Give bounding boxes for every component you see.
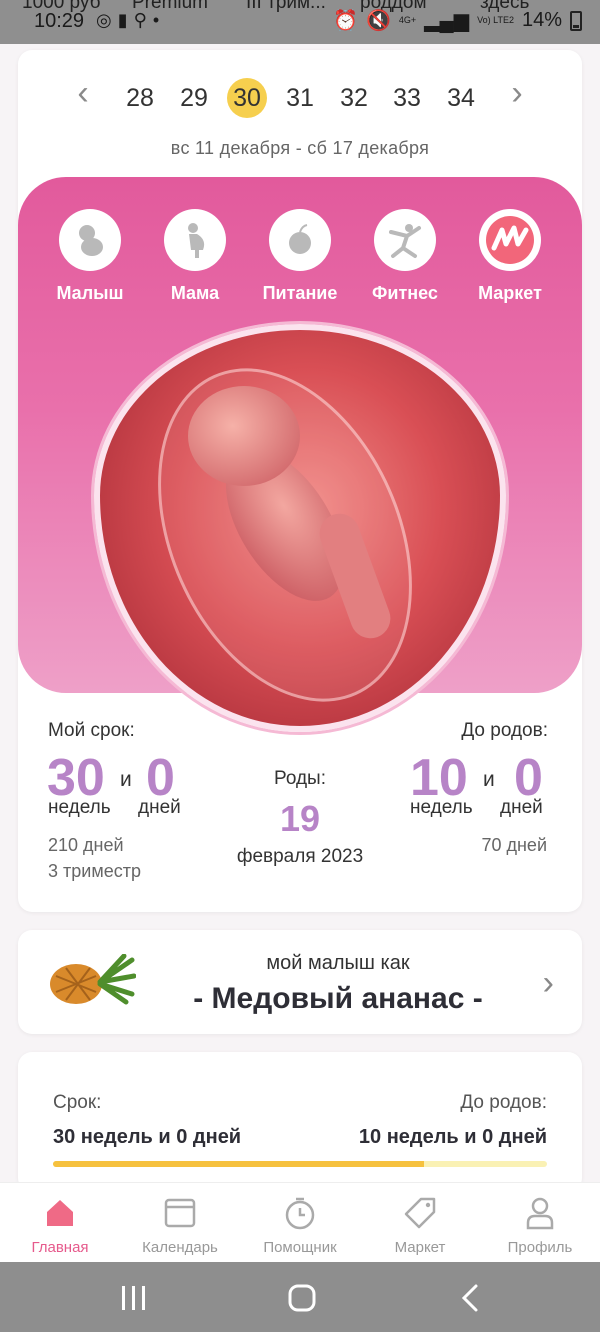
nav-assistant[interactable]: Помощник: [240, 1193, 360, 1256]
week-28[interactable]: 28: [120, 78, 160, 118]
until-birth-label: До родов:: [461, 720, 548, 741]
week-selector: ‹ 28 29 30 31 32 33 34 ›: [18, 76, 582, 118]
until-birth-total-days: 70 дней: [481, 835, 547, 855]
category-baby[interactable]: Малыш: [35, 209, 145, 304]
nav-home[interactable]: Главная: [0, 1193, 120, 1256]
mute-icon: 🔇: [366, 10, 391, 32]
category-label: Мама: [170, 283, 220, 303]
category-label: Маркет: [478, 283, 542, 303]
nav-profile[interactable]: Профиль: [480, 1193, 600, 1256]
bottom-nav: Главная Календарь Помощник Маркет Профил…: [0, 1182, 600, 1262]
back-button[interactable]: [440, 1280, 500, 1316]
nav-market[interactable]: Маркет: [360, 1193, 480, 1256]
category-market[interactable]: Маркет: [455, 209, 565, 304]
week-30-selected[interactable]: 30: [227, 78, 267, 118]
nav-label: Профиль: [507, 1239, 573, 1256]
tag-icon: [400, 1193, 440, 1233]
nav-label: Маркет: [394, 1239, 446, 1256]
baby-size-fruit-name: - Медовый ананас -: [193, 982, 483, 1015]
calendar-icon: [160, 1193, 200, 1233]
ghost-text: III трим...: [246, 0, 326, 13]
dot-icon: •: [152, 10, 166, 30]
until-birth-weeks-unit: недель: [410, 797, 473, 818]
birth-day: 19: [279, 798, 321, 839]
week-29[interactable]: 29: [174, 78, 214, 118]
week-34[interactable]: 34: [441, 78, 481, 118]
status-time: 10:29: [34, 10, 85, 32]
category-label: Фитнес: [372, 283, 438, 303]
signal-icon: ▂▄▆: [424, 10, 470, 32]
viber-icon: ◎: [96, 10, 118, 30]
nav-label: Календарь: [142, 1239, 218, 1256]
my-term-days-unit: дней: [138, 797, 181, 818]
nav-label: Помощник: [263, 1239, 337, 1256]
category-label: Питание: [262, 283, 338, 303]
pregnancy-progress-bar: [53, 1161, 547, 1167]
network-lte: Vo) LTE2: [477, 15, 514, 25]
birth-label: Роды:: [273, 768, 326, 789]
battery-percent: 14%: [521, 9, 562, 31]
my-term-label: Мой срок:: [48, 720, 135, 741]
battery-saver-icon: ▮: [117, 10, 134, 30]
progress-left-value: 30 недель и 0 дней: [53, 1126, 242, 1148]
market-logo-icon: [479, 209, 541, 271]
prev-week-button[interactable]: ‹: [68, 76, 98, 114]
profile-icon: [520, 1193, 560, 1233]
date-range: вс 11 декабря - сб 17 декабря: [170, 138, 430, 158]
baby-size-subtitle: мой малыш как: [266, 952, 410, 974]
category-fitness[interactable]: Фитнес: [350, 209, 460, 304]
pregnant-icon: [164, 209, 226, 271]
until-birth-days-unit: дней: [500, 797, 543, 818]
progress-left-label: Срок:: [53, 1092, 102, 1113]
status-bar: 1000 руб Premium III трим... роддом здес…: [0, 0, 600, 44]
nav-calendar[interactable]: Календарь: [120, 1193, 240, 1256]
search-icon: ⚲: [133, 10, 153, 30]
progress-right-label: До родов:: [460, 1092, 547, 1113]
battery-icon: [570, 10, 582, 31]
my-term-and: и: [120, 768, 132, 791]
category-mom[interactable]: Мама: [140, 209, 250, 304]
baby-size-card[interactable]: мой малыш как - Медовый ананас - ›: [18, 930, 582, 1034]
birth-month-year: февраля 2023: [236, 846, 364, 867]
recent-apps-button[interactable]: [104, 1280, 164, 1316]
my-term-trimester: 3 триместр: [48, 861, 141, 881]
progress-card: Срок: До родов: 30 недель и 0 дней 10 не…: [18, 1052, 582, 1192]
embryo-head: [188, 386, 300, 486]
next-week-button[interactable]: ›: [502, 76, 532, 114]
baby-icon: [59, 209, 121, 271]
home-icon: [40, 1193, 80, 1233]
timer-icon: [280, 1193, 320, 1233]
home-button[interactable]: [272, 1280, 332, 1316]
week-33[interactable]: 33: [387, 78, 427, 118]
progress-right-value: 10 недель и 0 дней: [358, 1126, 547, 1148]
category-nutrition[interactable]: Питание: [245, 209, 355, 304]
category-label: Малыш: [56, 283, 124, 303]
system-navigation-bar: [0, 1262, 600, 1332]
my-term-total-days: 210 дней: [48, 835, 124, 855]
week-32[interactable]: 32: [334, 78, 374, 118]
yoga-icon: [374, 209, 436, 271]
until-birth-and: и: [483, 768, 495, 791]
status-right: ⏰ 🔇 4G+ ▂▄▆ Vo) LTE2 14%: [333, 8, 582, 33]
progress-fill: [53, 1161, 424, 1167]
pineapple-icon: [46, 953, 137, 1010]
apple-icon: [269, 209, 331, 271]
week-31[interactable]: 31: [280, 78, 320, 118]
network-4g: 4G+: [398, 15, 417, 25]
status-icons: ◎▮⚲•: [96, 10, 165, 31]
alarm-icon: ⏰: [333, 10, 358, 32]
my-term-weeks-unit: недель: [48, 797, 111, 818]
chevron-right-icon: ›: [542, 964, 554, 1002]
nav-label: Главная: [31, 1239, 89, 1256]
